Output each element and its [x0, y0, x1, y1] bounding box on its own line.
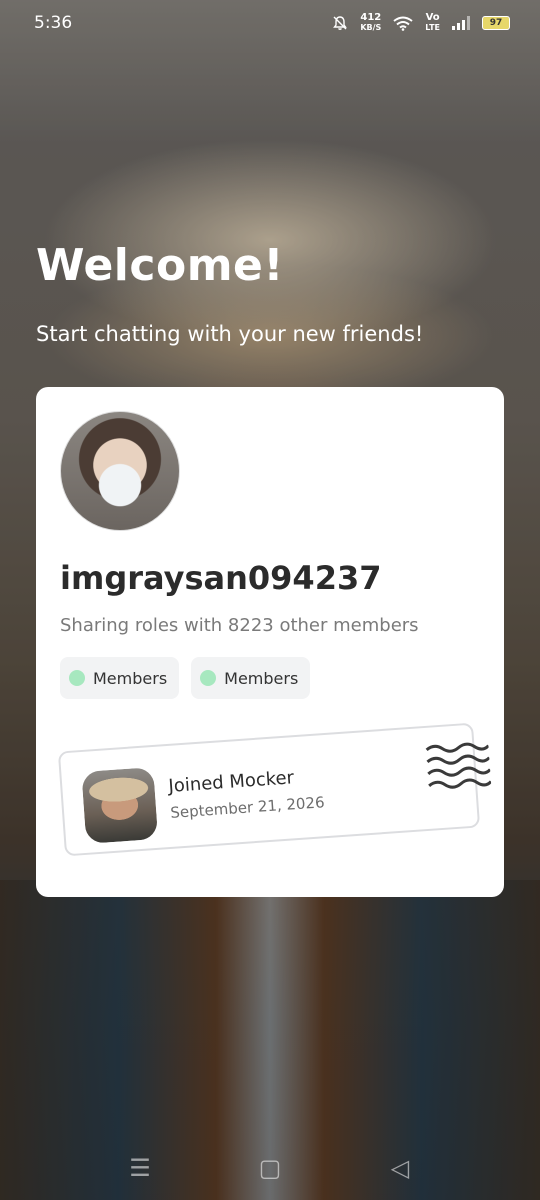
joined-ticket: Joined Mocker September 21, 2026 [57, 722, 492, 857]
menu-icon[interactable]: ☰ [125, 1154, 155, 1182]
role-color-dot [200, 670, 217, 686]
role-label: Members [93, 668, 168, 688]
wavy-lines-icon [425, 742, 492, 789]
wifi-icon [393, 16, 413, 31]
joined-title: Joined Mocker [167, 767, 295, 797]
mute-bell-icon [333, 16, 348, 30]
net-speed-value: 412 [360, 12, 382, 23]
username: imgraysan094237 [60, 559, 382, 597]
welcome-title: Welcome! [36, 240, 284, 291]
home-icon[interactable]: ▢ [255, 1154, 285, 1182]
role-chip[interactable]: Members [60, 657, 180, 699]
welcome-subtitle: Start chatting with your new friends! [36, 322, 424, 346]
status-time: 5:36 [34, 13, 73, 33]
status-icons: 412 KB/S Vo LTE 97 [332, 13, 510, 33]
user-avatar[interactable] [60, 411, 180, 531]
back-icon[interactable]: ◁ [385, 1154, 415, 1182]
server-avatar [81, 767, 159, 844]
status-bar: 5:36 412 KB/S Vo LTE 97 [0, 0, 540, 46]
joined-date: September 21, 2026 [169, 793, 326, 822]
volte-bottom: LTE [425, 23, 440, 32]
role-label: Members [224, 668, 299, 688]
roles-list: Members Members [60, 657, 311, 699]
role-color-dot [69, 670, 85, 686]
system-nav-bar: ☰ ▢ ◁ [0, 1150, 540, 1186]
battery-icon: 97 [482, 16, 510, 30]
net-speed: 412 KB/S [360, 13, 381, 33]
net-speed-unit: KB/S [360, 23, 382, 32]
role-chip[interactable]: Members [191, 657, 311, 699]
volte-top: Vo [425, 12, 440, 23]
signal-icon [452, 16, 470, 30]
volte-indicator: Vo LTE [425, 13, 440, 33]
shared-roles-text: Sharing roles with 8223 other members [60, 615, 419, 636]
profile-card: imgraysan094237 Sharing roles with 8223 … [36, 387, 504, 897]
battery-level: 97 [489, 18, 503, 28]
